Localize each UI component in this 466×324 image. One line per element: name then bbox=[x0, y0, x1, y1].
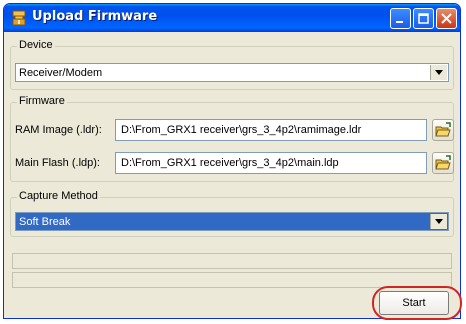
main-flash-field[interactable]: D:\From_GRX1 receiver\grs_3_4p2\main.ldp bbox=[115, 152, 427, 174]
open-folder-icon bbox=[435, 155, 451, 170]
chevron-down-icon bbox=[435, 219, 443, 224]
maximize-icon bbox=[418, 13, 429, 24]
device-group: Device Receiver/Modem bbox=[10, 39, 454, 90]
ram-image-field[interactable]: D:\From_GRX1 receiver\grs_3_4p2\ramimage… bbox=[115, 119, 427, 141]
device-legend: Device bbox=[17, 39, 55, 51]
main-flash-browse-button[interactable] bbox=[432, 152, 454, 174]
firmware-legend: Firmware bbox=[17, 95, 67, 107]
open-folder-icon bbox=[435, 122, 451, 137]
capture-method-group: Capture Method Soft Break bbox=[10, 190, 454, 237]
maximize-button[interactable] bbox=[413, 8, 434, 29]
device-dropdown-button[interactable] bbox=[430, 65, 447, 80]
start-button-highlight bbox=[372, 286, 462, 320]
capture-method-select[interactable]: Soft Break bbox=[15, 212, 449, 231]
minimize-icon bbox=[396, 21, 403, 23]
firmware-group: Firmware RAM Image (.ldr): D:\From_GRX1 … bbox=[10, 95, 454, 182]
capture-dropdown-button[interactable] bbox=[430, 214, 447, 229]
window-title: Upload Firmware bbox=[32, 9, 158, 24]
close-icon bbox=[441, 13, 452, 24]
device-select-value: Receiver/Modem bbox=[19, 67, 103, 79]
title-bar[interactable]: Upload Firmware bbox=[4, 4, 460, 32]
capture-method-value: Soft Break bbox=[19, 216, 71, 228]
ram-image-label: RAM Image (.ldr): bbox=[15, 124, 102, 136]
status-bar-1 bbox=[12, 253, 452, 269]
main-flash-label: Main Flash (.ldp): bbox=[15, 157, 100, 169]
device-select[interactable]: Receiver/Modem bbox=[15, 63, 449, 82]
close-button[interactable] bbox=[436, 8, 457, 29]
upload-firmware-window: Upload Firmware Device Receiver/Modem Fi… bbox=[3, 3, 461, 319]
app-icon bbox=[12, 10, 26, 26]
minimize-button[interactable] bbox=[390, 8, 411, 29]
chevron-down-icon bbox=[435, 70, 443, 75]
ram-image-browse-button[interactable] bbox=[432, 119, 454, 141]
capture-method-legend: Capture Method bbox=[17, 190, 100, 202]
